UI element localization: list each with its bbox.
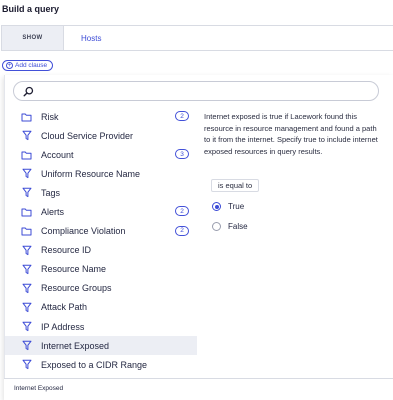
field-list: Risk 2 Cloud Service Provider Account 3 Unifo…: [5, 107, 197, 374]
field-item-label: Attack Path: [41, 302, 88, 313]
filter-icon: [21, 340, 32, 351]
field-item-cloud-service-provider[interactable]: Cloud Service Provider: [5, 126, 197, 145]
filter-icon: [21, 168, 32, 179]
field-item-alerts[interactable]: Alerts 2: [5, 202, 197, 221]
field-item-label: Alerts: [41, 207, 65, 218]
field-item-compliance-violation[interactable]: Compliance Violation 2: [5, 222, 197, 241]
filter-icon: [21, 359, 32, 370]
field-item-uniform-resource-name[interactable]: Uniform Resource Name: [5, 164, 197, 183]
field-item-exposed-to-a-cidr-range[interactable]: Exposed to a CIDR Range: [5, 355, 197, 374]
radio-label-false: False: [228, 222, 248, 231]
field-item-resource-groups[interactable]: Resource Groups: [5, 279, 197, 298]
selection-footer: Internet Exposed: [4, 378, 393, 400]
show-label: SHOW: [2, 26, 64, 50]
folder-icon: [21, 207, 32, 218]
field-item-label: Exposed to a CIDR Range: [41, 359, 148, 370]
radio-false[interactable]: False: [212, 222, 248, 231]
page-title: Build a query: [2, 4, 60, 14]
field-item-internet-exposed[interactable]: Internet Exposed: [5, 336, 197, 356]
field-item-label: Internet Exposed: [41, 340, 110, 351]
filter-icon: [21, 283, 32, 294]
field-item-label: Resource Groups: [41, 283, 112, 294]
field-item-label: Risk: [41, 111, 59, 122]
filter-icon: [21, 245, 32, 256]
count-badge: 3: [175, 149, 189, 160]
field-item-label: Uniform Resource Name: [41, 168, 141, 179]
add-clause-button[interactable]: + Add clause: [2, 60, 54, 71]
field-item-risk[interactable]: Risk 2: [5, 107, 197, 126]
field-item-label: IP Address: [41, 321, 85, 332]
filter-icon: [21, 321, 32, 332]
count-badge: 2: [175, 225, 189, 236]
plus-circle-icon: +: [6, 62, 13, 69]
field-item-label: Cloud Service Provider: [41, 130, 134, 141]
field-description: Internet exposed is true if Lacework fou…: [204, 112, 378, 156]
radio-button-true[interactable]: [212, 202, 221, 211]
show-value-hosts[interactable]: Hosts: [81, 34, 101, 43]
filter-icon: [21, 130, 32, 141]
field-item-label: Compliance Violation: [41, 226, 126, 237]
folder-icon: [21, 111, 32, 122]
field-item-label: Tags: [41, 187, 61, 198]
field-item-label: Resource Name: [41, 264, 107, 275]
folder-icon: [21, 149, 32, 160]
filter-icon: [21, 187, 32, 198]
radio-label-true: True: [228, 202, 245, 211]
count-badge: 2: [175, 111, 189, 121]
field-item-ip-address[interactable]: IP Address: [5, 317, 197, 336]
add-clause-label: Add clause: [15, 62, 48, 69]
folder-icon: [21, 226, 32, 237]
search-icon: [23, 86, 34, 97]
clause-picker-panel: Risk 2 Cloud Service Provider Account 3 Unifo…: [4, 75, 393, 400]
field-item-attack-path[interactable]: Attack Path: [5, 298, 197, 317]
query-show-row: SHOW Hosts: [1, 25, 393, 51]
field-item-label: Account: [41, 149, 74, 160]
operator-select[interactable]: is equal to: [211, 179, 260, 192]
field-item-resource-name[interactable]: Resource Name: [5, 260, 197, 279]
field-item-label: Resource ID: [41, 245, 92, 256]
radio-true[interactable]: True: [212, 202, 244, 211]
field-item-resource-id[interactable]: Resource ID: [5, 241, 197, 260]
count-badge: 2: [175, 206, 189, 217]
filter-icon: [21, 302, 32, 313]
field-item-account[interactable]: Account 3: [5, 145, 197, 164]
selected-field-label: Internet Exposed: [14, 385, 64, 392]
radio-button-false[interactable]: [212, 222, 221, 231]
filter-icon: [21, 264, 32, 275]
field-item-tags[interactable]: Tags: [5, 183, 197, 202]
search-input[interactable]: [13, 81, 379, 101]
